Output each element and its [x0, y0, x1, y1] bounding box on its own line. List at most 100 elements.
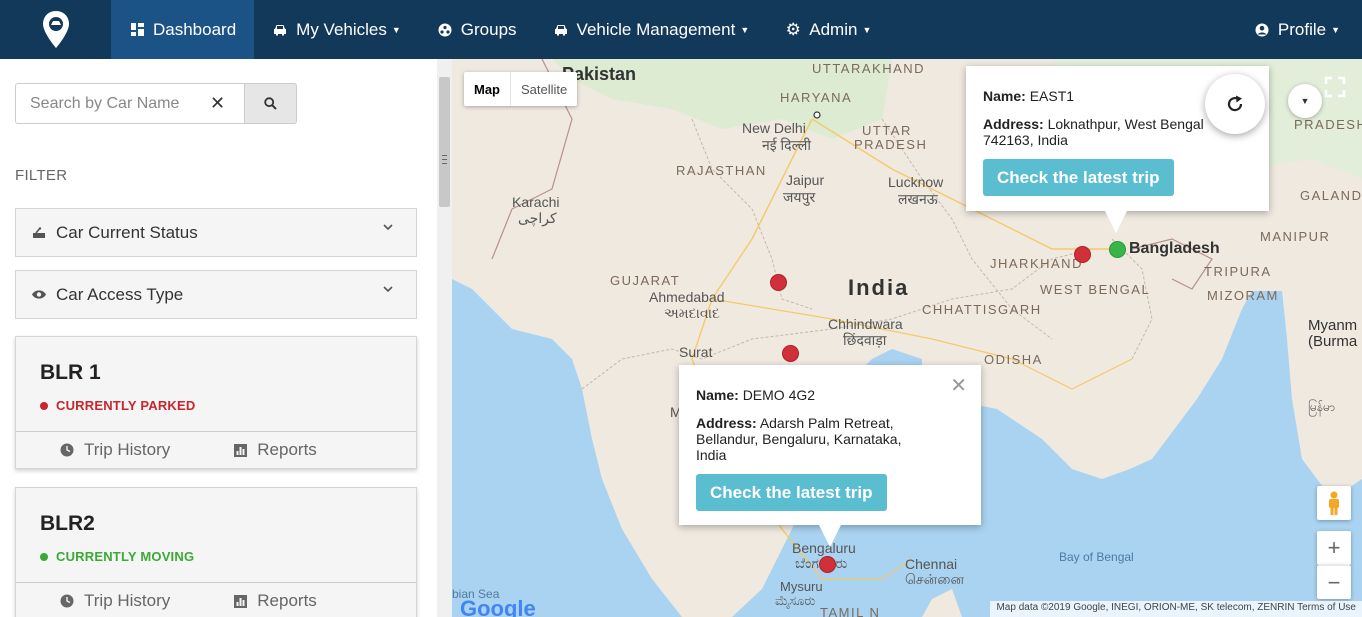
bar-chart-icon — [234, 594, 248, 608]
chevron-down-icon — [383, 286, 393, 293]
vehicle-marker[interactable] — [1109, 241, 1126, 258]
eye-icon — [30, 289, 48, 300]
nav-groups[interactable]: Groups — [419, 0, 535, 59]
fullscreen-button[interactable] — [1318, 70, 1352, 104]
fullscreen-icon — [1324, 76, 1346, 98]
nav-profile-label: Profile — [1277, 19, 1327, 39]
location-pin-logo-icon — [42, 10, 69, 48]
gear-icon: ⚙ — [785, 19, 801, 39]
map-label: (Burma — [1308, 333, 1358, 350]
app-logo[interactable] — [0, 0, 111, 59]
car-icon — [553, 22, 569, 38]
sidebar-scrollbar[interactable] — [437, 59, 452, 617]
check-latest-trip-button[interactable]: Check the latest trip — [983, 159, 1174, 196]
map-label: UTTARAKHAND — [812, 61, 926, 76]
dashboard-icon — [129, 22, 145, 38]
map-label: Bangladesh — [1129, 240, 1220, 257]
check-latest-trip-button[interactable]: Check the latest trip — [696, 474, 887, 511]
vehicle-marker[interactable] — [770, 274, 787, 291]
caret-down-icon: ▼ — [1331, 24, 1340, 35]
map-label: लखनऊ — [898, 191, 938, 207]
map-type-satellite[interactable]: Satellite — [511, 72, 577, 106]
filter-heading: FILTER — [15, 167, 68, 184]
zoom-out-button[interactable]: − — [1317, 565, 1351, 599]
map-label: GUJARAT — [610, 273, 681, 288]
close-icon[interactable]: ✕ — [950, 373, 967, 398]
nav-profile[interactable]: Profile ▼ — [1236, 0, 1362, 59]
clock-icon — [60, 443, 74, 457]
trip-history-link[interactable]: Trip History — [60, 440, 170, 460]
car-icon — [272, 22, 288, 38]
map-label: ODISHA — [984, 352, 1043, 367]
name-label: Name: — [983, 88, 1026, 104]
nav-my-vehicles-label: My Vehicles — [296, 19, 387, 39]
nav-vehicle-management-label: Vehicle Management — [576, 19, 736, 39]
map-label: Karachi — [512, 194, 560, 210]
map-label: Lucknow — [888, 174, 944, 190]
trip-history-label: Trip History — [84, 591, 171, 610]
nav-groups-label: Groups — [460, 19, 517, 39]
map-view[interactable]: Pakistan UTTARAKHAND HARYANA New Delhi न… — [452, 59, 1362, 617]
nav-dashboard[interactable]: Dashboard — [111, 0, 255, 59]
scrollbar-thumb[interactable] — [439, 77, 450, 207]
map-label: Chhindwara — [828, 316, 903, 332]
vehicle-name: EAST1 — [1029, 88, 1075, 104]
chevron-down-icon — [383, 224, 393, 231]
clock-icon — [60, 594, 74, 608]
address-label: Address: — [983, 116, 1044, 132]
reports-link[interactable]: Reports — [234, 591, 317, 611]
map-type-map[interactable]: Map — [464, 72, 511, 106]
car-name: BLR 1 — [40, 361, 101, 384]
map-label: New Delhi — [742, 120, 806, 136]
map-label: ಮೈಸೂರು — [775, 593, 816, 608]
map-type-control: Map Satellite — [464, 72, 578, 106]
map-label: کراچی — [518, 210, 557, 226]
map-label: MIZORAM — [1207, 288, 1279, 303]
map-attribution[interactable]: Map data ©2019 Google, INEGI, ORION-ME, … — [990, 601, 1362, 617]
map-label: JHARKHAND — [990, 256, 1083, 271]
vehicle-marker[interactable] — [782, 345, 799, 362]
map-label: MANIPUR — [1260, 229, 1331, 244]
map-label: CHHATTISGARH — [922, 302, 1042, 317]
car-status: CURRENTLY MOVING — [40, 549, 194, 564]
map-label: Chennai — [905, 556, 958, 572]
bar-chart-icon — [234, 443, 248, 457]
reports-label: Reports — [257, 591, 317, 610]
map-label: India — [848, 275, 910, 300]
vehicle-marker[interactable] — [1074, 246, 1091, 263]
map-options-dropdown[interactable]: ▼ — [1288, 84, 1322, 118]
map-label: नई दिल्ली — [762, 137, 812, 153]
nav-admin-label: Admin — [809, 19, 858, 39]
trip-history-link[interactable]: Trip History — [60, 591, 170, 611]
zoom-in-button[interactable]: + — [1317, 531, 1351, 565]
nav-admin[interactable]: ⚙ Admin ▼ — [767, 0, 889, 59]
search-input[interactable] — [16, 94, 206, 113]
map-label: Bay of Bengal — [1059, 550, 1134, 564]
nav-vehicle-management[interactable]: Vehicle Management ▼ — [535, 0, 768, 59]
search-button[interactable] — [245, 83, 297, 124]
reports-link[interactable]: Reports — [234, 440, 317, 460]
car-card[interactable]: BLR 1 CURRENTLY PARKED Trip History Repo… — [15, 336, 417, 469]
refresh-button[interactable] — [1205, 74, 1265, 134]
filter-car-current-status-label: Car Current Status — [56, 222, 198, 242]
car-status-label: CURRENTLY MOVING — [56, 549, 195, 564]
address-line: Loknathpur, West Bengal — [1047, 116, 1204, 132]
user-circle-icon — [1254, 22, 1270, 38]
map-label: မြန်မာ — [1308, 400, 1335, 414]
vehicle-marker[interactable] — [819, 556, 836, 573]
nav-my-vehicles[interactable]: My Vehicles ▼ — [254, 0, 419, 59]
caret-down-icon: ▼ — [1300, 96, 1310, 106]
filter-car-access-type[interactable]: Car Access Type — [15, 270, 417, 319]
car-name: BLR2 — [40, 512, 95, 535]
address-line: India — [696, 447, 727, 463]
street-view-pegman[interactable] — [1317, 486, 1351, 520]
car-status-label: CURRENTLY PARKED — [56, 398, 196, 413]
status-icon — [30, 226, 48, 239]
map-label: जयपुर — [783, 189, 816, 205]
map-label: PRADESH — [854, 137, 928, 152]
map-label: Surat — [679, 344, 713, 360]
filter-car-current-status[interactable]: Car Current Status — [15, 208, 417, 257]
map-label: HARYANA — [780, 90, 853, 105]
car-card[interactable]: BLR2 CURRENTLY MOVING Trip History Repor… — [15, 487, 417, 617]
clear-icon[interactable]: ✕ — [210, 93, 225, 114]
